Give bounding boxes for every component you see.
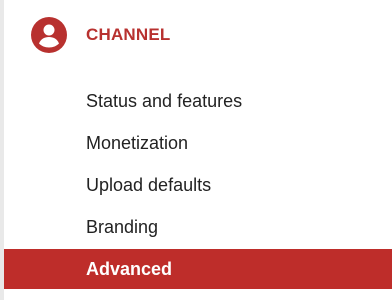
nav-item-branding[interactable]: Branding <box>4 207 392 247</box>
nav-item-label: Upload defaults <box>86 174 212 195</box>
nav-item-advanced[interactable]: Advanced <box>4 249 392 289</box>
nav-item-upload-defaults[interactable]: Upload defaults <box>4 165 392 205</box>
nav-item-label: Advanced <box>86 258 173 279</box>
nav-item-label: Monetization <box>86 132 189 153</box>
nav-item-label: Branding <box>86 216 159 237</box>
nav-item-label: Status and features <box>86 90 243 111</box>
channel-section-title: CHANNEL <box>86 25 171 44</box>
nav-item-status-and-features[interactable]: Status and features <box>4 81 392 121</box>
settings-sidebar: CHANNEL Status and features Monetization… <box>0 0 392 300</box>
account-circle-icon <box>31 17 67 53</box>
nav-item-monetization[interactable]: Monetization <box>4 123 392 163</box>
channel-section-header[interactable]: CHANNEL <box>30 15 370 55</box>
